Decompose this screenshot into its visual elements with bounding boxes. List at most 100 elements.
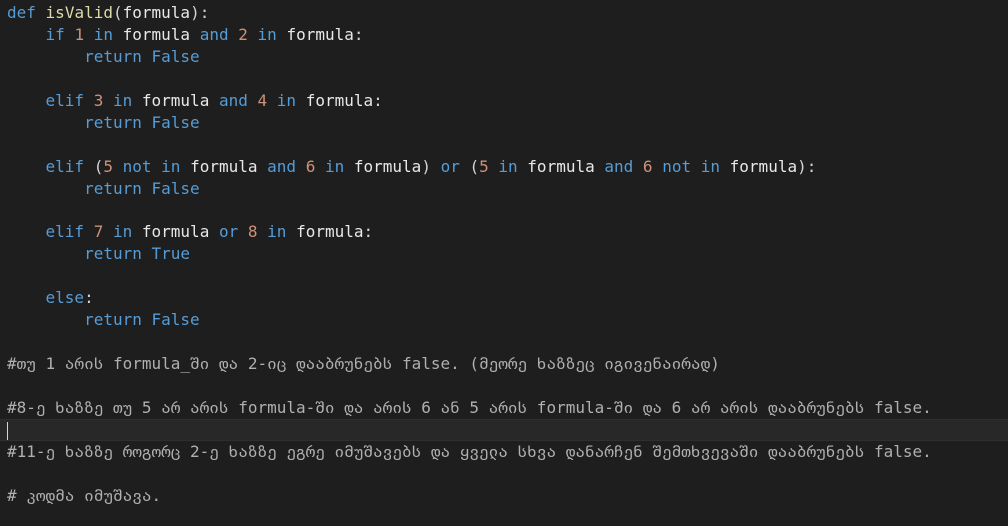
identifier-token: formula — [527, 156, 595, 176]
code-line-23[interactable]: # კოდმა იმუშავა. — [7, 485, 1008, 507]
punctuation-token: : — [363, 222, 374, 242]
text-cursor — [7, 422, 8, 441]
punctuation-token — [142, 310, 152, 329]
code-text-area[interactable]: def isValid(formula): if 1 in formula an… — [0, 2, 1008, 507]
punctuation-token — [142, 244, 152, 263]
punctuation-token: ( — [112, 3, 123, 22]
punctuation-token — [248, 25, 258, 44]
identifier-token: formula — [122, 24, 191, 44]
punctuation-token — [142, 179, 152, 198]
code-line-2[interactable]: if 1 in formula and 2 in formula: — [7, 24, 1008, 46]
code-line-7[interactable] — [7, 134, 1008, 156]
keyword-token: or — [218, 222, 239, 242]
punctuation-token — [113, 25, 123, 44]
code-line-13[interactable] — [7, 265, 1008, 287]
comment-text: # კოდმა იმუშავა. — [7, 485, 162, 505]
code-line-6[interactable]: return False — [7, 112, 1008, 134]
code-line-20[interactable] — [0, 418, 1008, 441]
punctuation-token: : — [84, 288, 94, 308]
punctuation-token — [691, 157, 701, 176]
punctuation-token — [142, 113, 152, 132]
number-token: 3 — [93, 90, 104, 110]
identifier-token: formula — [122, 3, 191, 22]
code-line-10[interactable] — [7, 199, 1008, 221]
code-editor[interactable]: def isValid(formula): if 1 in formula an… — [0, 0, 1008, 526]
identifier-token: formula — [353, 156, 422, 176]
punctuation-token — [142, 47, 152, 66]
punctuation-token — [229, 25, 239, 44]
keyword-token: elif — [45, 222, 85, 242]
punctuation-token: ): — [190, 3, 210, 22]
comment-text: #8-ე ხაზზე თუ 5 არ არის formula-ში და არ… — [7, 397, 932, 417]
punctuation-token — [84, 222, 94, 241]
code-line-3[interactable]: return False — [7, 46, 1008, 68]
punctuation-token — [113, 157, 123, 176]
keyword-token: in — [267, 222, 287, 242]
keyword-token: and — [218, 90, 248, 110]
punctuation-token — [518, 157, 528, 176]
punctuation-token — [633, 157, 643, 176]
keyword-token: elif — [45, 90, 85, 110]
punctuation-token: ): — [797, 156, 817, 176]
punctuation-token — [103, 91, 113, 110]
punctuation-token — [190, 25, 200, 44]
keyword-token: return — [84, 46, 142, 66]
punctuation-token — [258, 222, 268, 241]
punctuation-token: : — [373, 90, 383, 110]
comment-text: #თუ 1 არის formula_ში და 2-იც დააბრუნებს… — [7, 354, 720, 373]
code-line-14[interactable]: else: — [7, 287, 1008, 309]
punctuation-token — [595, 157, 605, 176]
code-line-9[interactable]: return False — [7, 178, 1008, 200]
keyword-token: and — [199, 24, 229, 44]
punctuation-token — [152, 157, 162, 176]
code-line-16[interactable] — [7, 331, 1008, 353]
keyword-token: def — [7, 3, 36, 22]
function-name-token: isValid — [45, 3, 113, 22]
code-line-18[interactable] — [7, 375, 1008, 397]
keyword-token: return — [84, 112, 142, 132]
number-token: 4 — [257, 90, 268, 110]
code-line-5[interactable]: elif 3 in formula and 4 in formula: — [7, 90, 1008, 112]
identifier-token: formula — [296, 222, 364, 242]
keyword-token: not — [122, 156, 152, 176]
punctuation-token: : — [353, 24, 364, 44]
code-line-21[interactable]: #11-ე ხაზზე როგორც 2-ე ხაზზე ეგრე იმუშავ… — [7, 441, 1008, 463]
code-line-8[interactable]: elif (5 not in formula and 6 in formula)… — [7, 156, 1008, 178]
punctuation-token — [132, 91, 142, 110]
identifier-token: formula — [141, 222, 210, 242]
number-token: 2 — [238, 24, 248, 44]
identifier-token: formula — [141, 90, 210, 110]
code-line-19[interactable]: #8-ე ხაზზე თუ 5 არ არის formula-ში და არ… — [7, 397, 1008, 419]
code-line-22[interactable] — [7, 463, 1008, 485]
punctuation-token: ( — [84, 156, 104, 176]
punctuation-token — [296, 157, 306, 176]
code-line-11[interactable]: elif 7 in formula or 8 in formula: — [7, 221, 1008, 243]
punctuation-token — [132, 222, 142, 241]
code-line-4[interactable] — [7, 68, 1008, 90]
keyword-token: in — [276, 90, 297, 110]
keyword-token: else — [45, 288, 85, 308]
punctuation-token — [238, 222, 248, 241]
code-line-17[interactable]: #თუ 1 არის formula_ში და 2-იც დააბრუნებს… — [7, 353, 1008, 375]
code-line-12[interactable]: return True — [7, 243, 1008, 265]
code-line-15[interactable]: return False — [7, 309, 1008, 331]
code-line-1[interactable]: def isValid(formula): — [7, 2, 1008, 24]
keyword-token: False — [151, 112, 200, 132]
punctuation-token — [296, 91, 306, 110]
punctuation-token — [344, 157, 354, 176]
keyword-token: elif — [45, 156, 85, 176]
keyword-token: False — [151, 46, 200, 66]
punctuation-token — [653, 157, 663, 176]
keyword-token: in — [498, 156, 518, 176]
punctuation-token — [489, 157, 499, 176]
identifier-token: formula — [286, 24, 354, 44]
punctuation-token — [315, 157, 325, 176]
